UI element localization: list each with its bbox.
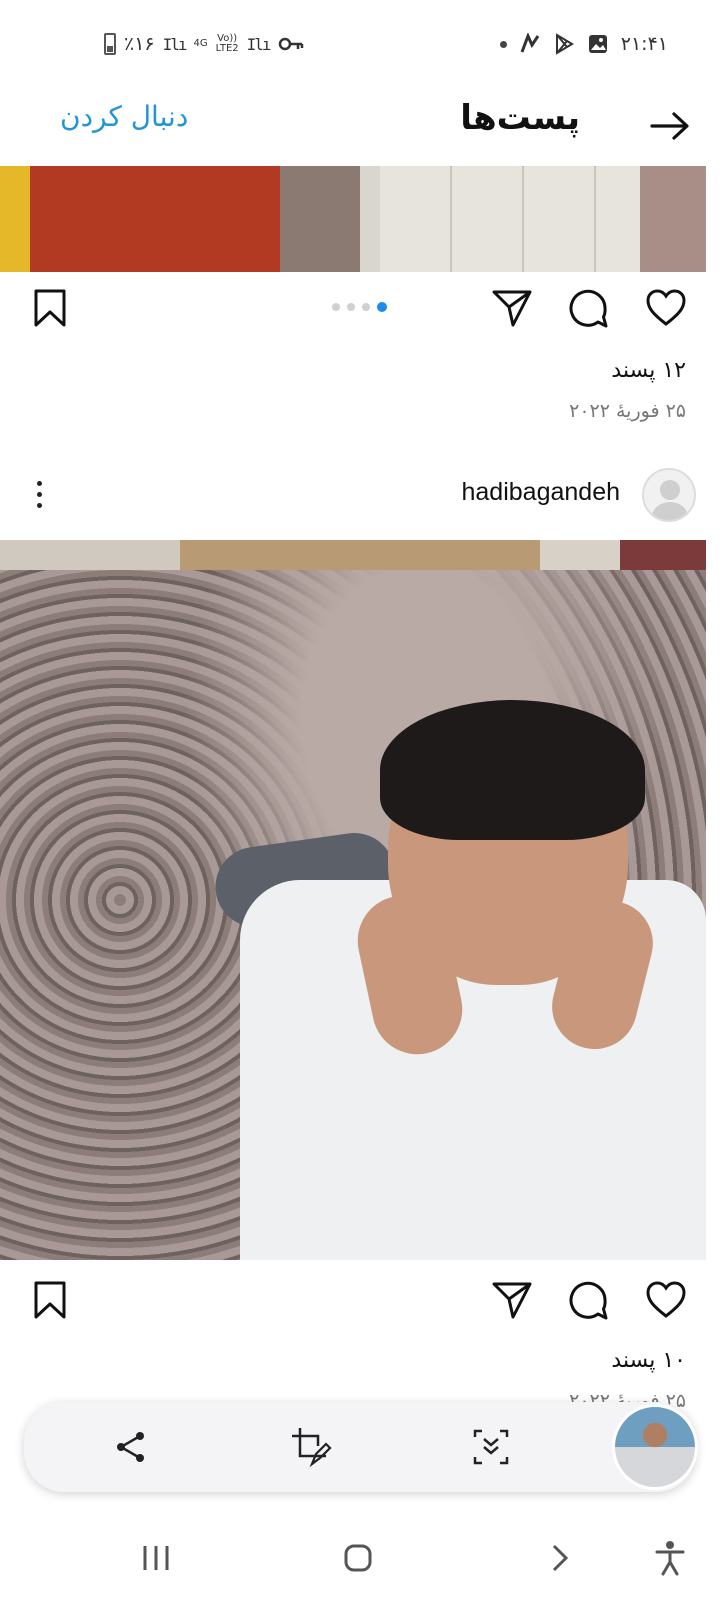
- like-button[interactable]: [642, 1276, 690, 1324]
- recents-button[interactable]: [132, 1536, 180, 1580]
- network-type-2: Vo)) LTE2: [215, 33, 239, 54]
- share-icon: [117, 1432, 144, 1462]
- heart-icon: [646, 289, 686, 326]
- crop-edit-icon: [292, 1428, 332, 1468]
- send-icon: [492, 290, 532, 327]
- status-right: ۲۱:۴۱: [499, 30, 668, 58]
- home-button[interactable]: [334, 1536, 382, 1580]
- comment-icon: [569, 1281, 608, 1320]
- post-header: hadibagandeh: [0, 464, 720, 534]
- post-actions: [0, 1264, 720, 1336]
- vpn-key-icon: [278, 37, 303, 51]
- page-title: پست‌ها: [460, 98, 580, 138]
- share-button[interactable]: [488, 1276, 536, 1324]
- carousel-dot-active: [377, 302, 387, 312]
- carousel-indicator: [332, 302, 387, 312]
- recents-icon: [143, 1546, 169, 1570]
- back-button[interactable]: [648, 104, 692, 148]
- accessibility-button[interactable]: [646, 1536, 694, 1580]
- avatar[interactable]: [642, 468, 696, 522]
- accessibility-icon: [655, 1541, 685, 1576]
- save-button[interactable]: [26, 1276, 74, 1324]
- username[interactable]: hadibagandeh: [462, 478, 621, 507]
- like-button[interactable]: [642, 284, 690, 332]
- status-left: ٪۱۶ Ilı 4G Vo)) LTE2 Ilı: [104, 30, 304, 58]
- previous-post-actions: [0, 272, 720, 344]
- carousel-dot: [362, 303, 370, 311]
- send-icon: [492, 1282, 532, 1319]
- floor-boards: [380, 166, 640, 272]
- system-nav-bar: [0, 1516, 720, 1600]
- photo-background: [0, 540, 706, 570]
- carousel-dot: [332, 303, 340, 311]
- share-button[interactable]: [488, 284, 536, 332]
- heart-icon: [646, 1281, 686, 1318]
- status-bar: ٪۱۶ Ilı 4G Vo)) LTE2 Ilı ۲۱:۴۱: [0, 0, 720, 86]
- post-date: ۲۵ فوریهٔ ۲۰۲۲: [569, 400, 686, 422]
- check-notification-icon: [520, 33, 540, 53]
- notification-dot-icon: [499, 40, 507, 48]
- system-back-button[interactable]: [536, 1536, 584, 1580]
- post-image[interactable]: [0, 540, 706, 1260]
- previous-post-image[interactable]: [0, 166, 706, 272]
- more-options-button[interactable]: [24, 472, 54, 516]
- save-button[interactable]: [26, 284, 74, 332]
- toolbar-scroll-capture-button[interactable]: [466, 1422, 516, 1472]
- toolbar-edit-button[interactable]: [286, 1422, 336, 1472]
- comment-icon: [569, 289, 608, 328]
- arrow-right-icon: [650, 112, 689, 140]
- toolbar-share-button[interactable]: [106, 1422, 156, 1472]
- battery-icon: [104, 33, 116, 55]
- comment-button[interactable]: [564, 284, 612, 332]
- scroll-capture-icon: [473, 1429, 509, 1465]
- likes-count[interactable]: ۱۰ پسند: [611, 1348, 686, 1373]
- bookmark-icon: [34, 289, 66, 327]
- signal-icon: Ilı: [162, 34, 188, 54]
- gallery-icon: [588, 35, 607, 53]
- photo-hair: [380, 700, 645, 840]
- clock: ۲۱:۴۱: [620, 33, 668, 55]
- screenshot-thumbnail[interactable]: [612, 1404, 698, 1490]
- home-icon: [344, 1544, 372, 1572]
- battery-percent: ٪۱۶: [124, 33, 155, 55]
- carousel-dot: [347, 303, 355, 311]
- page-header: پست‌ها دنبال کردن: [0, 86, 720, 166]
- back-icon: [552, 1544, 569, 1572]
- screenshot-toolbar: [24, 1402, 698, 1492]
- more-vertical-icon: [36, 480, 42, 486]
- comment-button[interactable]: [564, 1276, 612, 1324]
- signal-icon-2: Ilı: [246, 34, 272, 54]
- bookmark-icon: [34, 1281, 66, 1319]
- follow-button[interactable]: دنبال کردن: [60, 100, 188, 133]
- network-type-1: 4G: [193, 38, 208, 49]
- likes-count[interactable]: ۱۲ پسند: [611, 358, 686, 383]
- play-store-icon: [555, 33, 574, 55]
